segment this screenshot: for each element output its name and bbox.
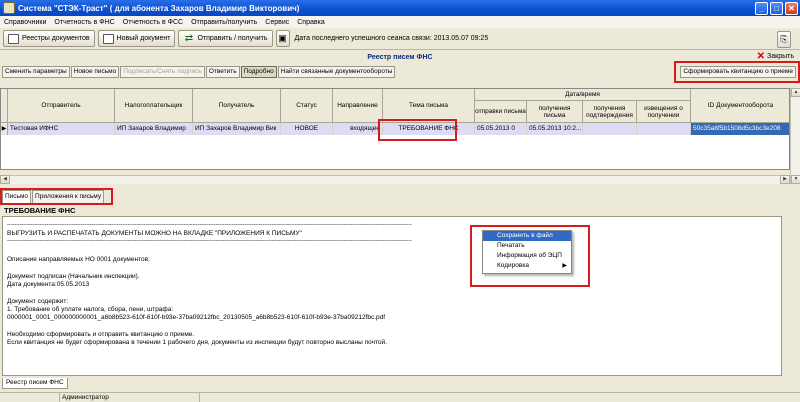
scroll-down-icon[interactable]: ▼ [791,175,800,184]
highlight-receipt [674,61,800,83]
status-seg-empty [0,393,60,402]
toolbar: Реестры документов Новый документ ⇄ Отпр… [0,28,800,50]
highlight-subject [378,119,457,141]
scroll-left-icon[interactable]: ◀ [0,175,10,184]
menu-references[interactable]: Справочники [4,19,46,26]
menu-send-receive[interactable]: Отправить/получить [191,19,257,26]
panel-close-button[interactable]: ✕ Закрыть [756,51,794,62]
cell-direction: входящее [333,123,383,135]
row-pointer-icon: ▶ [1,123,8,135]
registries-button[interactable]: Реестры документов [3,30,95,47]
registry-icon [8,33,19,44]
letter-line: Если квитанция не будет сформирована в т… [7,339,387,346]
change-params-button[interactable]: Сменить параметры [2,66,70,78]
table-header: Отправитель Налогоплательщик Получатель … [1,89,789,123]
letter-line: Необходимо сформировать и отправить квит… [7,331,195,338]
col-notice-received[interactable]: извещения о получении [637,101,691,123]
cell-doc-id: 50c35a8f5b1508d5c3bc3e208 [691,123,789,135]
highlight-tabs [0,188,113,205]
floppy-icon: ▣ [278,33,287,43]
cell-notice-received [637,123,691,135]
scroll-up-icon[interactable]: ▲ [791,88,800,97]
reply-button[interactable]: Ответить [205,66,240,78]
title-bar: Система "СТЭК-Траст" ( для абонента Заха… [0,0,800,16]
save-icon-button[interactable]: ▣ [275,30,290,47]
letter-line: ВЫГРУЗИТЬ И РАСПЕЧАТАТЬ ДОКУМЕНТЫ МОЖНО … [7,230,302,237]
exit-button[interactable]: ⎘ [777,31,791,48]
cell-recipient: ИП Захаров Владимир Вик [193,123,281,135]
minimize-button[interactable]: _ [755,1,768,15]
details-button[interactable]: Подробно [240,66,277,78]
find-related-button[interactable]: Найти связанные документообороты [277,66,396,78]
sign-button[interactable]: Подписать/Снять подпись [120,66,205,78]
letter-line: Документ содержит: [7,298,69,305]
status-bar: Администратор [0,392,800,402]
highlight-context-menu [470,225,590,287]
send-receive-label: Отправить / получить [197,35,268,42]
maximize-button[interactable]: □ [770,1,783,15]
menu-fss-reporting[interactable]: Отчетность в ФСС [123,19,183,26]
letter-line: Дата документа:05.05.2013 [7,281,90,288]
header-marker [1,89,8,123]
app-icon [3,2,15,14]
status-seg-rest [200,393,800,402]
menu-service[interactable]: Сервис [265,19,289,26]
cell-sender: Тестовая ИФНС [8,123,115,135]
letter-body[interactable]: ----------------------------------------… [2,216,782,376]
horizontal-scrollbar[interactable]: ◀ ▶ [0,175,790,184]
separator: ----------------------------------------… [7,222,412,228]
vertical-scrollbar[interactable]: ▲ ▼ [790,88,800,184]
col-sent[interactable]: отправки письма [475,101,527,123]
letter-line: Документ подписан (Начальник инспекции). [7,273,140,280]
separator: ----------------------------------------… [7,238,412,244]
cell-confirm-received [583,123,637,135]
new-letter-button[interactable]: Новое письмо [70,66,120,78]
col-recipient[interactable]: Получатель [193,89,281,123]
col-datetime: Дата/время [475,89,691,101]
status-user: Администратор [60,393,200,402]
letter-line: 0000001_0001_000000000001_a6b8b523-610f-… [7,314,386,321]
panel-close-label: Закрыть [767,53,794,60]
letter-title: ТРЕБОВАНИЕ ФНС [4,206,76,215]
letter-line: 1. Требование об уплате налога, сбора, п… [7,306,174,313]
scroll-right-icon[interactable]: ▶ [780,175,790,184]
menu-bar: Справочники Отчетность в ФНС Отчетность … [0,16,800,28]
bottom-tab-registry[interactable]: Реестр писем ФНС [2,378,68,389]
close-icon: ✕ [756,51,766,62]
col-received[interactable]: получения письма [527,101,583,123]
col-direction[interactable]: Направление [333,89,383,123]
cell-sent: 05.05.2013 0 [475,123,527,135]
registries-label: Реестры документов [22,35,90,42]
window-title: Система "СТЭК-Траст" ( для абонента Заха… [18,3,300,13]
cell-received: 05.05.2013 10:2... [527,123,583,135]
menu-fns-reporting[interactable]: Отчетность в ФНС [54,19,114,26]
cell-status: НОВОЕ [281,123,333,135]
letter-line: Описание направляемых НО 0001 документов… [7,256,150,263]
col-confirm-received[interactable]: получения подтверждения [583,101,637,123]
new-document-button[interactable]: Новый документ [97,30,176,47]
col-subject[interactable]: Тема письма [383,89,475,123]
new-document-label: Новый документ [116,35,171,42]
last-session-info: Дата последнего успешного сеанса связи: … [294,34,489,42]
exit-icon: ⎘ [780,34,788,44]
cell-taxpayer: ИП Захаров Владимир [115,123,193,135]
menu-help[interactable]: Справка [297,19,324,26]
send-receive-icon: ⇄ [184,32,194,44]
send-receive-button[interactable]: ⇄ Отправить / получить [178,30,273,47]
col-sender[interactable]: Отправитель [8,89,115,123]
close-window-button[interactable]: ✕ [785,1,798,15]
new-document-icon [102,33,114,44]
col-taxpayer[interactable]: Налогоплательщик [115,89,193,123]
col-status[interactable]: Статус [281,89,333,123]
col-doc-id[interactable]: ID Документооборота [691,89,789,123]
